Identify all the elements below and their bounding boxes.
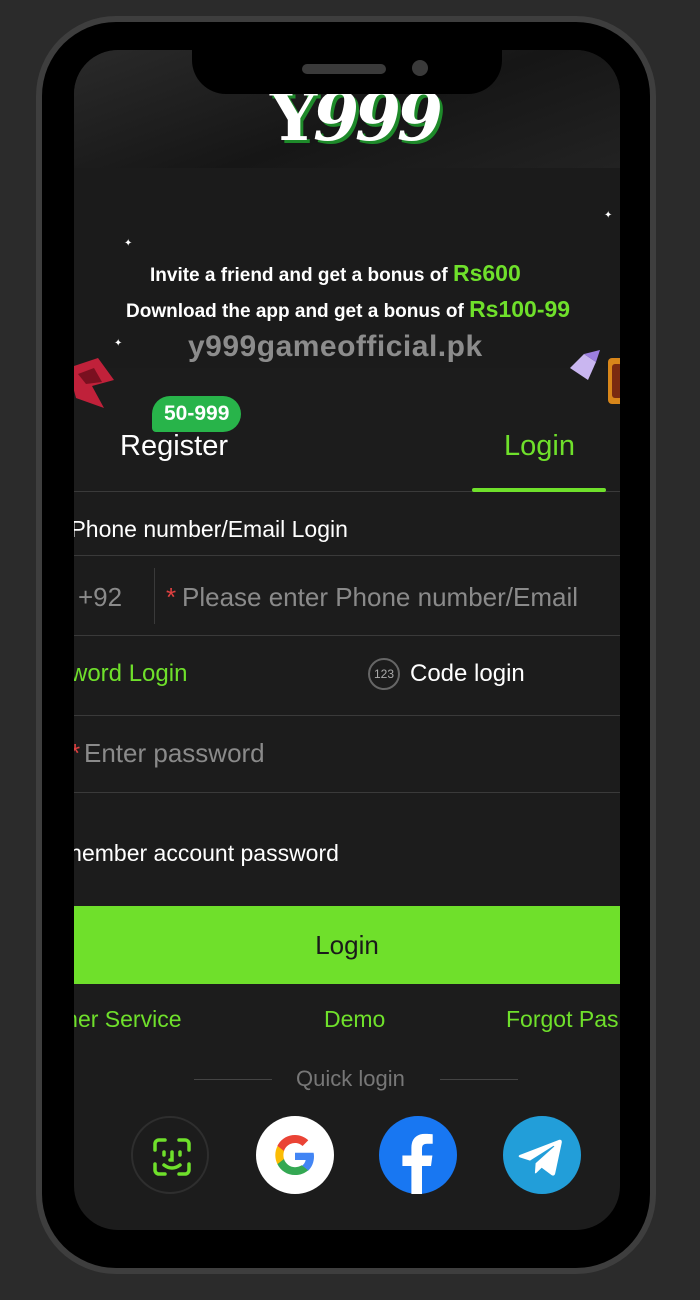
quick-login-label: Quick login [296, 1066, 405, 1091]
phone-email-field[interactable]: +92 * Please enter Phone number/Email [74, 556, 620, 636]
banner-download-text: Download the app and get a bonus of [126, 301, 470, 322]
watermark-text: y999gameofficial.pk [188, 330, 483, 363]
password-login-option[interactable]: ssword Login [74, 660, 187, 688]
demo-link[interactable]: Demo [324, 1006, 385, 1033]
face-id-login-button[interactable] [131, 1116, 209, 1194]
sparkle-icon: ✦ [124, 238, 133, 249]
remember-password-checkbox[interactable]: emember account password [74, 840, 339, 867]
banner-download-amount: Rs100-99 [469, 296, 571, 322]
face-id-icon [153, 1138, 191, 1176]
divider [194, 1079, 272, 1080]
divider [440, 1079, 518, 1080]
phone-email-input[interactable]: Please enter Phone number/Email [182, 582, 578, 613]
divider [74, 792, 620, 793]
code-login-option[interactable]: 123 Code login [368, 656, 525, 692]
footer-links: omer Service Demo Forgot Pas [74, 1006, 620, 1036]
sparkle-icon: ✦ [114, 338, 123, 349]
sparkle-icon: ✦ [604, 210, 613, 221]
google-login-button[interactable] [256, 1116, 334, 1194]
speaker-grille [302, 64, 386, 74]
facebook-login-button[interactable] [379, 1116, 457, 1194]
front-camera [412, 60, 428, 76]
login-button[interactable]: Login [74, 906, 620, 984]
register-bonus-badge: 50-999 [152, 396, 242, 432]
field-separator [154, 568, 155, 624]
code-login-label: Code login [410, 660, 525, 687]
banner-invite-line: Invite a friend and get a bonus of Rs600 [150, 260, 521, 287]
password-input[interactable]: Enter password [84, 738, 265, 769]
telegram-icon [518, 1139, 562, 1176]
password-field[interactable]: * Enter password [74, 716, 620, 794]
banner-download-line: Download the app and get a bonus of Rs10… [126, 296, 570, 323]
quick-login-heading: Quick login [194, 1066, 518, 1092]
login-mode-selector: ssword Login 123 Code login [74, 636, 620, 716]
tab-register[interactable]: Register [120, 430, 228, 463]
customer-service-link[interactable]: omer Service [74, 1006, 181, 1033]
app-screen: Y999 ✦ ✦ ✦ Invite a friend and get a bon… [74, 50, 620, 1230]
forgot-password-link[interactable]: Forgot Pas [506, 1006, 619, 1033]
google-icon [275, 1135, 314, 1175]
required-mark: * [74, 738, 80, 769]
active-tab-indicator [472, 488, 606, 492]
code-123-icon: 123 [368, 658, 400, 690]
country-code-select[interactable]: +92 [78, 582, 122, 613]
telegram-login-button[interactable] [503, 1116, 581, 1194]
tab-login[interactable]: Login [504, 430, 575, 463]
login-section-title: rt Phone number/Email Login [74, 516, 348, 542]
auth-tabs: Register 50-999 Login [74, 390, 620, 492]
banner-invite-amount: Rs600 [452, 260, 521, 286]
facebook-icon [402, 1133, 433, 1194]
banner-invite-text: Invite a friend and get a bonus of [150, 265, 453, 286]
phone-notch [192, 22, 502, 94]
required-mark: * [166, 582, 177, 612]
